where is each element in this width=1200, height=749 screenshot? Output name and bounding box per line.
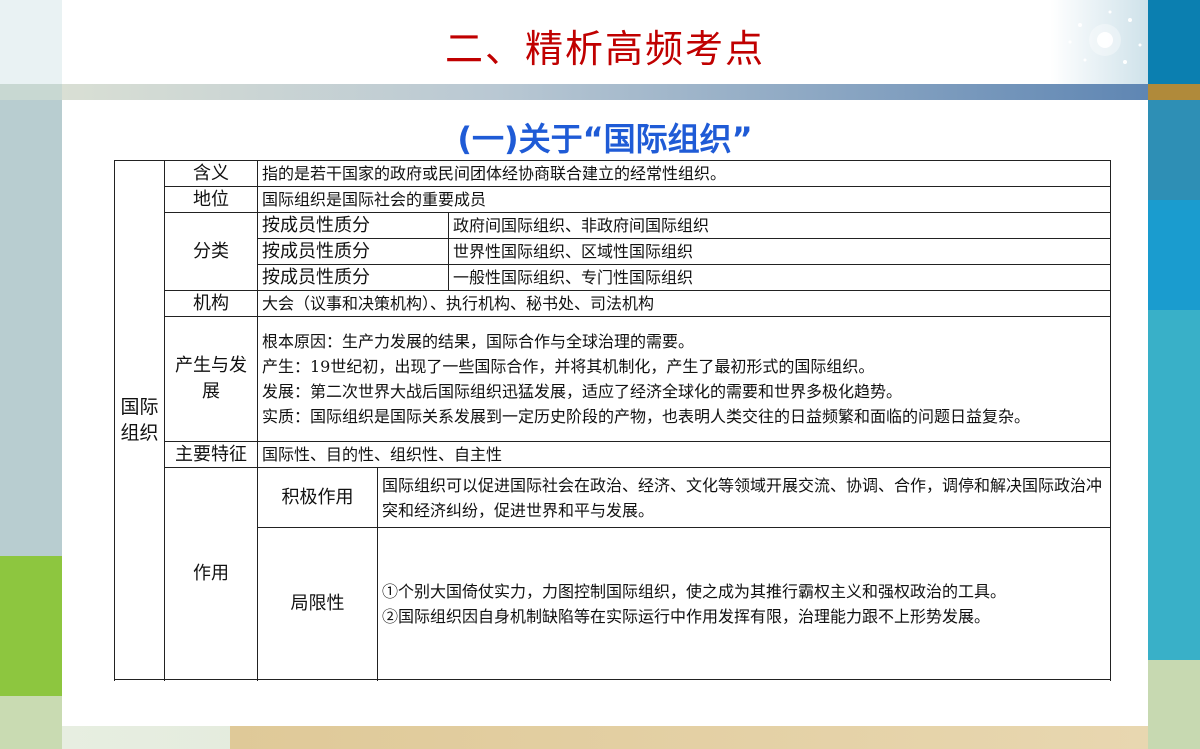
row-label-zuoyong: 作用 — [164, 467, 258, 680]
zuoyong-limit-content: ①个别大国倚仗实力，力图控制国际组织，使之成为其推行霸权主义和强权政治的工具。 … — [377, 527, 1111, 680]
group-label: 国际组织 — [120, 396, 159, 444]
limit-point-1: ①个别大国倚仗实力，力图控制国际组织，使之成为其推行霸权主义和强权政治的工具。 — [382, 581, 1007, 601]
fenlei-criterion-1: 按成员性质分 — [257, 212, 449, 239]
zuoyong-positive-label: 积极作用 — [257, 467, 378, 528]
left-strip-band — [0, 84, 62, 100]
table-row: 产生与发展 根本原因：生产力发展的结果，国际合作与全球治理的需要。 产生：19世… — [115, 316, 1111, 442]
row-content-tezheng: 国际性、目的性、组织性、自主性 — [257, 441, 1111, 468]
limit-point-2: ②国际组织因自身机制缺陷等在实际运行中作用发挥有限，治理能力跟不上形势发展。 — [382, 606, 991, 626]
header-band — [62, 84, 1148, 100]
right-strip-band — [1148, 84, 1200, 100]
left-strip-green — [0, 556, 62, 696]
table-row: 主要特征 国际性、目的性、组织性、自主性 — [115, 441, 1111, 468]
chansheng-line: 发展：第二次世界大战后国际组织迅猛发展，适应了经济全球化的需要和世界多极化趋势。 — [262, 382, 903, 401]
row-content-diwei: 国际组织是国际社会的重要成员 — [257, 186, 1111, 213]
footer-strip — [230, 726, 1148, 749]
right-strip-blue-1 — [1148, 100, 1200, 200]
chansheng-line: 产生：19世纪初，出现了一些国际合作，并将其机制化，产生了最初形式的国际组织。 — [262, 357, 875, 376]
right-strip-top — [1148, 0, 1200, 84]
fenlei-content-2: 世界性国际组织、区域性国际组织 — [448, 238, 1111, 265]
row-label-hanyi: 含义 — [164, 160, 258, 187]
table-row: 按成员性质分 世界性国际组织、区域性国际组织 — [115, 238, 1111, 265]
row-label-fenlei: 分类 — [164, 212, 258, 291]
fenlei-criterion-2: 按成员性质分 — [257, 238, 449, 265]
page-title: 二、精析高频考点 — [444, 27, 765, 71]
chansheng-line: 根本原因：生产力发展的结果，国际合作与全球治理的需要。 — [262, 332, 695, 351]
right-strip-blue-2 — [1148, 200, 1200, 310]
row-label-diwei: 地位 — [164, 186, 258, 213]
left-strip-middle — [0, 100, 62, 556]
table-row: 地位 国际组织是国际社会的重要成员 — [115, 186, 1111, 213]
zuoyong-positive-content: 国际组织可以促进国际社会在政治、经济、文化等领域开展交流、协调、合作，调停和解决… — [377, 467, 1111, 528]
zuoyong-limit-label: 局限性 — [257, 527, 378, 680]
table-row: 国际组织 含义 指的是若干国家的政府或民间团体经协商联合建立的经常性组织。 — [114, 160, 1111, 680]
chansheng-line: 实质：国际组织是国际关系发展到一定历史阶段的产物，也表明人类交往的日益频繁和面临… — [262, 407, 1031, 426]
table-row: 作用 积极作用 国际组织可以促进国际社会在政治、经济、文化等领域开展交流、协调、… — [115, 467, 1111, 680]
fenlei-criterion-3: 按成员性质分 — [257, 264, 449, 291]
left-strip-top — [0, 0, 62, 84]
table-row: 机构 大会（议事和决策机构）、执行机构、秘书处、司法机构 — [115, 290, 1111, 317]
right-strip-bottom — [1148, 660, 1200, 749]
row-label-tezheng: 主要特征 — [164, 441, 258, 468]
row-label-jigou: 机构 — [164, 290, 258, 317]
row-content-hanyi: 指的是若干国家的政府或民间团体经协商联合建立的经常性组织。 — [257, 160, 1111, 187]
group-label-cell: 国际组织 — [114, 160, 165, 680]
section-subtitle: (一)关于“国际组织” — [457, 120, 753, 158]
table-row: 按成员性质分 一般性国际组织、专门性国际组织 — [115, 264, 1111, 291]
table-row: 分类 按成员性质分 政府间国际组织、非政府间国际组织 — [115, 212, 1111, 291]
row-label-chansheng: 产生与发展 — [164, 316, 258, 442]
left-strip-bottom — [0, 696, 62, 749]
table-row: 局限性 ①个别大国倚仗实力，力图控制国际组织，使之成为其推行霸权主义和强权政治的… — [115, 527, 1111, 680]
international-organization-table: 国际组织 含义 指的是若干国家的政府或民间团体经协商联合建立的经常性组织。 地位… — [114, 160, 1111, 680]
fenlei-content-3: 一般性国际组织、专门性国际组织 — [448, 264, 1111, 291]
row-content-jigou: 大会（议事和决策机构）、执行机构、秘书处、司法机构 — [257, 290, 1111, 317]
right-strip-blue-3 — [1148, 310, 1200, 660]
row-content-chansheng: 根本原因：生产力发展的结果，国际合作与全球治理的需要。 产生：19世纪初，出现了… — [257, 316, 1111, 442]
fenlei-content-1: 政府间国际组织、非政府间国际组织 — [448, 212, 1111, 239]
